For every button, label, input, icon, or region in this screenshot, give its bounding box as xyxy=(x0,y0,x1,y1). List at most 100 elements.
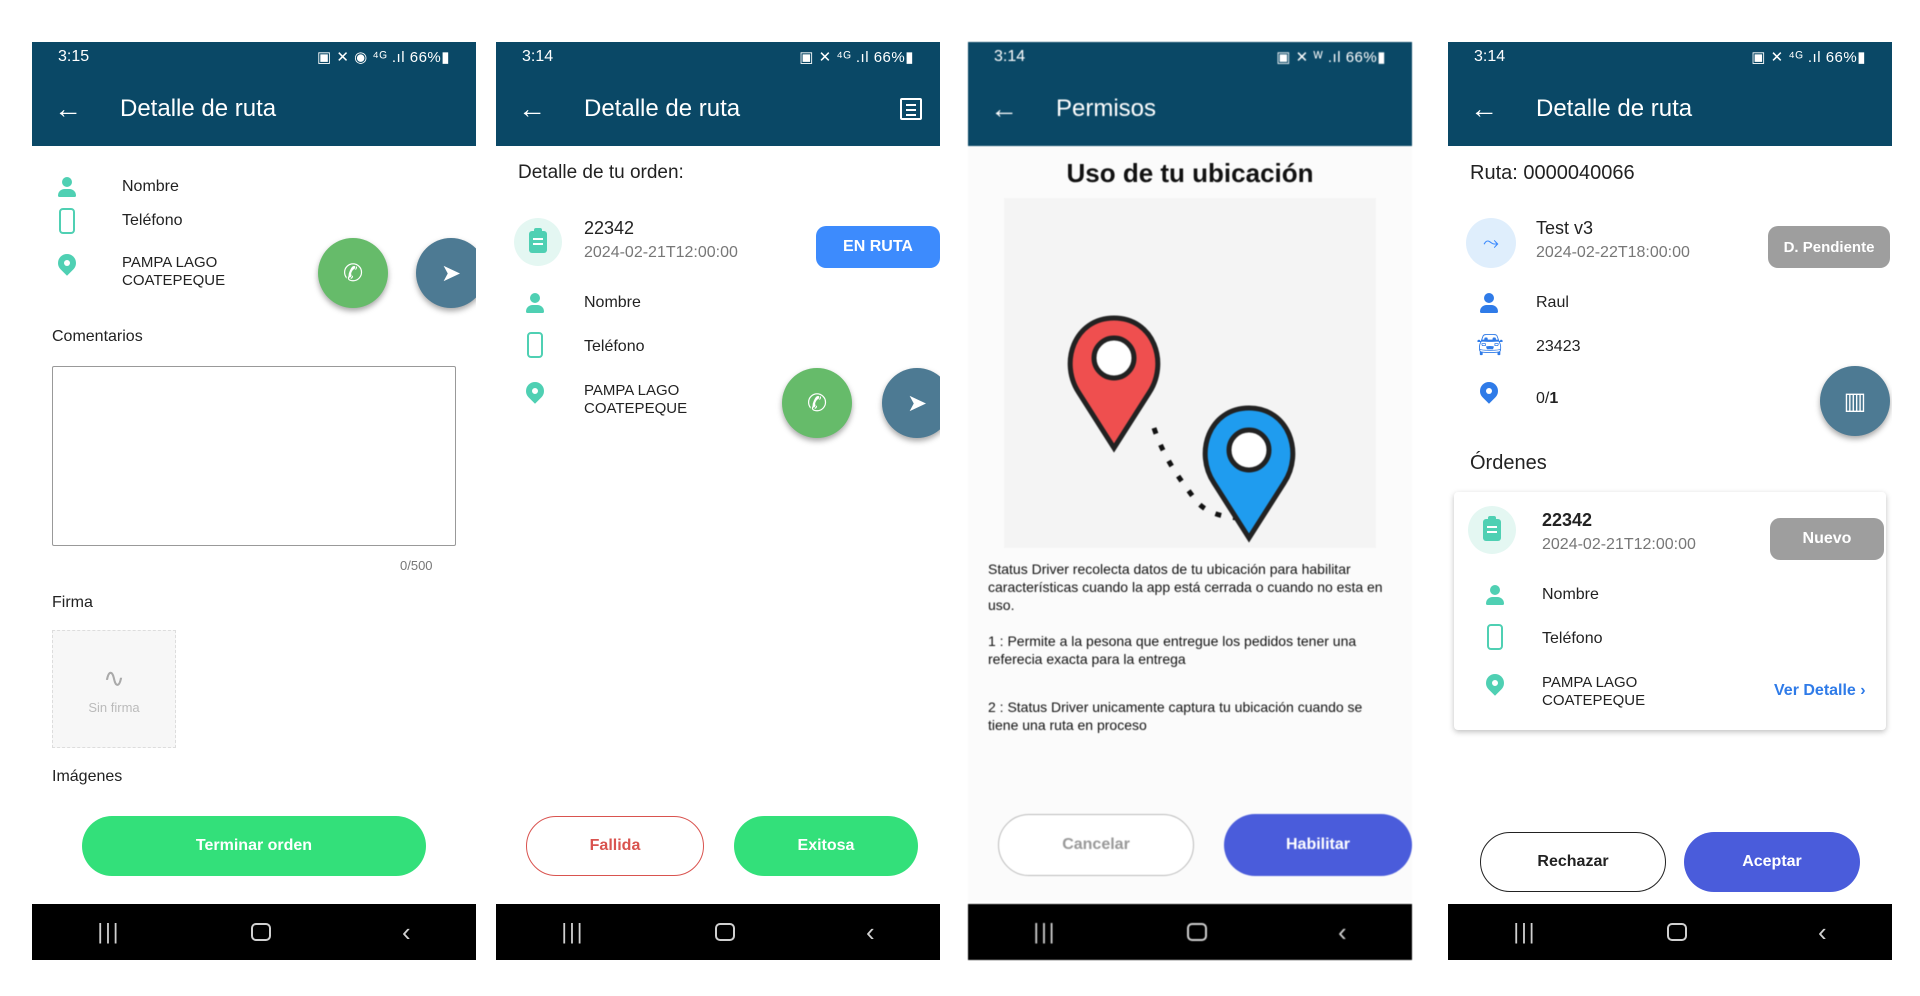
contact-name: Nombre xyxy=(584,294,641,311)
back-nav-icon[interactable]: ‹ xyxy=(1818,917,1827,948)
navigate-button[interactable]: ➤ xyxy=(416,238,476,308)
order-date: 2024-02-21T12:00:00 xyxy=(1542,536,1696,553)
map-icon: ▥ xyxy=(1843,387,1867,415)
system-nav-bar: ||| ‹ xyxy=(968,904,1412,960)
home-icon[interactable] xyxy=(1667,923,1688,941)
permission-paragraph-1: Status Driver recolecta datos de tu ubic… xyxy=(988,561,1383,613)
cancel-button[interactable]: Cancelar xyxy=(998,814,1194,876)
recent-apps-icon[interactable]: ||| xyxy=(561,919,584,945)
screen-route-detail-order: 3:14 ▣ ✕ ⁴ᴳ .ıl 66%▮ ← Detalle de ruta D… xyxy=(496,42,940,960)
enable-button[interactable]: Habilitar xyxy=(1224,814,1412,876)
progress-total: 1 xyxy=(1549,390,1559,407)
page-title: Detalle de ruta xyxy=(584,95,741,122)
navigate-button[interactable]: ➤ xyxy=(882,368,940,438)
back-arrow-icon[interactable]: ← xyxy=(968,95,1038,123)
route-icon: ⤳ xyxy=(1466,218,1516,268)
navigation-arrow-icon: ➤ xyxy=(440,259,462,287)
contact-address: PAMPA LAGO COATEPEQUE xyxy=(122,254,226,289)
clipboard-icon xyxy=(1483,516,1501,541)
order-avatar xyxy=(1468,506,1516,554)
screen-route-summary: 3:14 ▣ ✕ ⁴ᴳ .ıl 66%▮ ← Detalle de ruta R… xyxy=(1448,42,1892,960)
accept-button[interactable]: Aceptar xyxy=(1684,832,1860,892)
failed-button[interactable]: Fallida xyxy=(526,816,704,876)
phone-icon xyxy=(527,332,543,358)
status-bar: 3:14 ▣ ✕ ᵂ .ıl 66%▮ xyxy=(968,42,1412,72)
back-nav-icon[interactable]: ‹ xyxy=(402,917,411,948)
back-nav-icon[interactable]: ‹ xyxy=(866,917,875,948)
app-bar: ← Detalle de ruta xyxy=(496,72,940,146)
status-time: 3:14 xyxy=(994,48,1026,65)
location-pin-icon xyxy=(54,250,80,276)
view-details-link[interactable]: Ver Detalle › xyxy=(1774,682,1866,700)
screen-route-detail-finish: 3:15 ▣ ✕ ◉ ⁴ᴳ .ıl 66%▮ ← Detalle de ruta… xyxy=(32,42,476,960)
order-number: 22342 xyxy=(584,218,635,238)
status-bar: 3:14 ▣ ✕ ⁴ᴳ .ıl 66%▮ xyxy=(1448,42,1892,72)
order-card[interactable]: 22342 2024-02-21T12:00:00 Nuevo Nombre T… xyxy=(1454,492,1886,730)
person-icon xyxy=(524,292,546,314)
navigation-arrow-icon: ➤ xyxy=(906,389,928,417)
location-illustration xyxy=(1004,198,1376,548)
phone-icon xyxy=(59,208,75,234)
success-button[interactable]: Exitosa xyxy=(734,816,918,876)
orders-label: Órdenes xyxy=(1470,452,1547,474)
contact-name: Nombre xyxy=(1542,586,1599,603)
status-time: 3:14 xyxy=(1474,48,1506,65)
recent-apps-icon[interactable]: ||| xyxy=(1033,919,1056,945)
canvas: 3:15 ▣ ✕ ◉ ⁴ᴳ .ıl 66%▮ ← Detalle de ruta… xyxy=(0,0,1920,996)
comments-counter: 0/500 xyxy=(400,558,433,573)
system-nav-bar: ||| ‹ xyxy=(32,904,476,960)
status-icons: ▣ ✕ ᵂ .ıl 66%▮ xyxy=(1276,49,1386,66)
call-button[interactable]: ✆ xyxy=(318,238,388,308)
list-icon[interactable] xyxy=(900,98,922,120)
home-icon[interactable] xyxy=(715,923,736,941)
car-icon: 🚘︎ xyxy=(1476,332,1504,357)
images-label: Imágenes xyxy=(52,768,123,785)
reject-button[interactable]: Rechazar xyxy=(1480,832,1666,892)
page-title: Permisos xyxy=(1056,95,1157,122)
driver-icon xyxy=(1478,292,1500,314)
map-button[interactable]: ▥ xyxy=(1820,366,1890,436)
permission-heading: Uso de tu ubicación xyxy=(1066,158,1314,188)
status-icons: ▣ ✕ ⁴ᴳ .ıl 66%▮ xyxy=(1751,49,1866,66)
comments-textarea[interactable] xyxy=(52,366,456,546)
route-status-chip: D. Pendiente xyxy=(1768,226,1890,268)
back-arrow-icon[interactable]: ← xyxy=(1448,95,1518,123)
screen-permissions: 3:14 ▣ ✕ ᵂ .ıl 66%▮ ← Permisos Uso de tu… xyxy=(968,42,1412,960)
contact-name: Nombre xyxy=(122,178,179,195)
status-bar: 3:14 ▣ ✕ ⁴ᴳ .ıl 66%▮ xyxy=(496,42,940,72)
location-pin-icon xyxy=(522,378,548,404)
section-label: Detalle de tu orden: xyxy=(518,162,684,183)
progress-count: 0/1 xyxy=(1536,390,1558,408)
signature-pad[interactable]: ∿ Sin firma xyxy=(52,630,176,748)
contact-address: PAMPA LAGO COATEPEQUE xyxy=(584,382,688,417)
status-time: 3:15 xyxy=(58,48,90,65)
order-number: 22342 xyxy=(1542,510,1593,530)
person-icon xyxy=(56,176,78,198)
signature-placeholder: Sin firma xyxy=(88,700,140,715)
back-nav-icon[interactable]: ‹ xyxy=(1338,917,1347,948)
order-avatar xyxy=(514,218,562,266)
app-bar: ← Permisos xyxy=(968,72,1412,146)
back-arrow-icon[interactable]: ← xyxy=(496,95,566,123)
driver-name: Raul xyxy=(1536,294,1569,311)
route-date: 2024-02-22T18:00:00 xyxy=(1536,244,1690,261)
contact-phone: Teléfono xyxy=(584,338,645,355)
contact-phone: Teléfono xyxy=(1542,630,1603,647)
location-pin-icon xyxy=(1476,378,1502,404)
call-button[interactable]: ✆ xyxy=(782,368,852,438)
comments-label: Comentarios xyxy=(52,328,143,345)
recent-apps-icon[interactable]: ||| xyxy=(97,919,120,945)
route-name: Test v3 xyxy=(1536,218,1594,238)
back-arrow-icon[interactable]: ← xyxy=(32,95,102,123)
permission-paragraph-2: 1 : Permite a la pesona que entregue los… xyxy=(988,633,1357,667)
home-icon[interactable] xyxy=(1187,923,1208,941)
vehicle-number: 23423 xyxy=(1536,338,1581,355)
permission-paragraph-3: 2 : Status Driver unicamente captura tu … xyxy=(988,699,1363,733)
recent-apps-icon[interactable]: ||| xyxy=(1513,919,1536,945)
finish-order-button[interactable]: Terminar orden xyxy=(82,816,426,876)
signature-label: Firma xyxy=(52,594,93,611)
status-icons: ▣ ✕ ◉ ⁴ᴳ .ıl 66%▮ xyxy=(317,49,450,66)
phone-call-icon: ✆ xyxy=(342,259,364,287)
progress-done: 0/ xyxy=(1536,390,1550,407)
home-icon[interactable] xyxy=(251,923,272,941)
